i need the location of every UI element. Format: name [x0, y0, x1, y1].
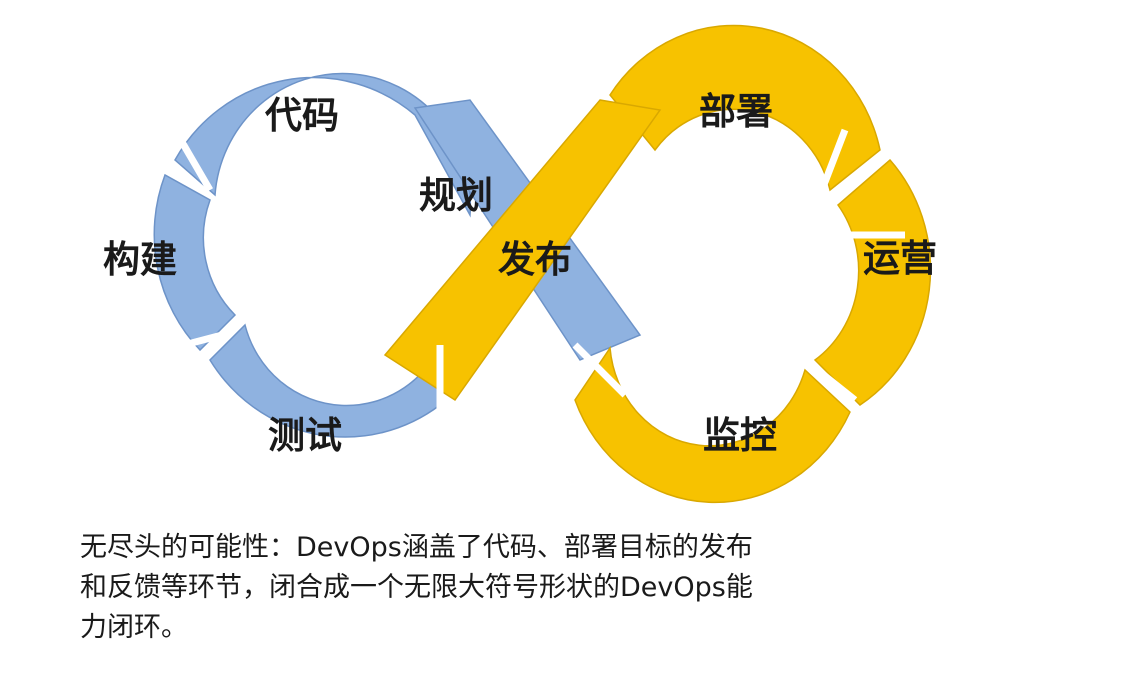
stage-label-build: 构建	[103, 238, 177, 281]
caption-line: 和反馈等环节，闭合成一个无限大符号形状的DevOps能	[80, 572, 753, 603]
right-loop-yellow	[383, 24, 932, 504]
stage-label-deploy: 部署	[699, 90, 773, 133]
caption-line: 力闭环。	[80, 612, 188, 643]
stage-label-plan: 规划	[419, 174, 493, 217]
yellow-ring-right	[813, 158, 932, 406]
caption: 无尽头的可能性：DevOps涵盖了代码、部署目标的发布 和反馈等环节，闭合成一个…	[80, 528, 1010, 648]
stage-label-monitor: 监控	[703, 414, 777, 457]
caption-line: 无尽头的可能性：DevOps涵盖了代码、部署目标的发布	[80, 532, 753, 563]
devops-infinity-diagram: 代码 规划 构建 测试 发布 部署 运营 监控	[103, 24, 937, 504]
stage-label-release: 发布	[498, 238, 572, 281]
stage-label-operate: 运营	[863, 237, 937, 280]
stage-label-code: 代码	[264, 94, 339, 137]
stage-label-test: 测试	[268, 414, 342, 457]
